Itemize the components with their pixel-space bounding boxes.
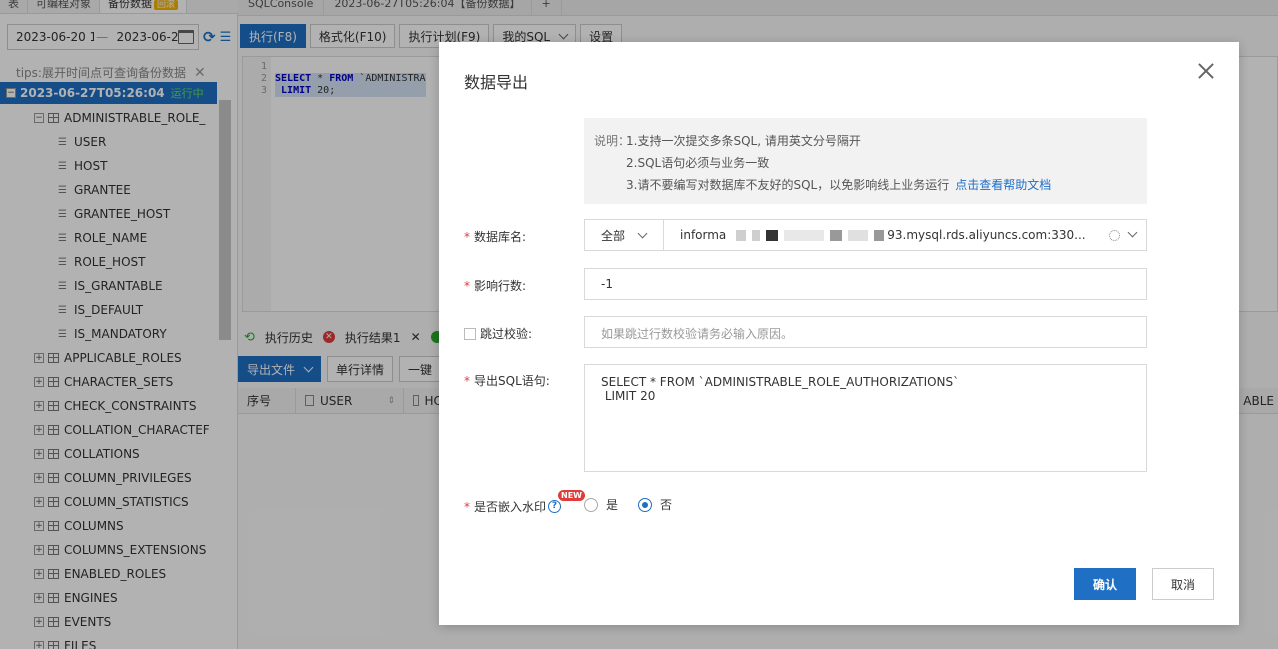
watermark-radio-group: 是 否 <box>584 496 692 513</box>
watermark-yes-radio[interactable] <box>584 497 598 512</box>
database-instance-select[interactable]: informa 93.mysql.rds.aliyuncs.com:330... <box>664 220 1146 250</box>
required-mark: * <box>464 499 470 514</box>
redacted-block <box>830 229 843 241</box>
skip-check-label: 跳过校验: <box>464 325 532 342</box>
skip-check-label-text: 跳过校验: <box>480 327 533 341</box>
data-export-dialog: 数据导出 说明： 1.支持一次提交多条SQL, 请用英文分号隔开 2.SQL语句必… <box>439 42 1239 625</box>
database-scope-value: 全部 <box>601 228 626 243</box>
chevron-down-icon <box>637 228 648 238</box>
watermark-yes-label[interactable]: 是 <box>606 496 618 513</box>
affected-rows-label-text: 影响行数: <box>474 279 527 293</box>
skip-check-checkbox[interactable] <box>464 327 476 340</box>
redacted-block <box>752 229 761 241</box>
redacted-block <box>784 229 825 241</box>
export-sql-row: * 导出SQL语句: SELECT * FROM `ADMINISTRABLE_R… <box>439 364 1239 472</box>
notice-indent <box>594 174 626 196</box>
export-sql-textarea[interactable]: SELECT * FROM `ADMINISTRABLE_ROLE_AUTHOR… <box>584 364 1147 472</box>
redacted-block <box>848 229 869 241</box>
database-label-text: 数据库名: <box>474 230 527 244</box>
help-doc-link[interactable]: 点击查看帮助文档 <box>955 174 1051 196</box>
watermark-row: * 是否嵌入水印? NEW 是 否 <box>439 490 1239 518</box>
required-mark: * <box>464 230 470 244</box>
redacted-block <box>736 229 747 241</box>
loading-icon <box>1109 230 1120 241</box>
skip-check-row: 跳过校验: 如果跳过行数校验请务必输入原因。 <box>439 316 1239 348</box>
notice-line-2: 2.SQL语句必须与业务一致 <box>626 156 770 170</box>
notice-label: 说明： <box>594 134 631 148</box>
database-scope-select[interactable]: 全部 <box>585 220 664 250</box>
watermark-label: * 是否嵌入水印? NEW <box>464 490 585 515</box>
close-icon[interactable] <box>1195 61 1217 83</box>
affected-rows-row: * 影响行数: -1 <box>439 268 1239 300</box>
database-value-prefix: informa <box>680 228 727 242</box>
cancel-button[interactable]: 取消 <box>1152 568 1214 600</box>
redacted-block <box>874 229 885 241</box>
required-mark: * <box>464 279 470 293</box>
redacted-block <box>766 229 779 241</box>
notice-box: 说明： 1.支持一次提交多条SQL, 请用英文分号隔开 2.SQL语句必须与业务一… <box>584 118 1147 204</box>
database-select: 全部 informa 93.mysql.rds.aliyuncs.com:330… <box>584 219 1147 251</box>
watermark-no-radio[interactable] <box>638 497 653 512</box>
database-row: * 数据库名: 全部 informa 93.mysql.rds.aliyuncs.… <box>439 219 1239 251</box>
help-icon[interactable]: ? <box>548 500 562 513</box>
new-badge: NEW <box>558 490 585 501</box>
chevron-down-icon <box>1127 227 1138 238</box>
affected-rows-label: * 影响行数: <box>464 277 526 294</box>
required-mark: * <box>464 374 470 388</box>
skip-reason-input[interactable]: 如果跳过行数校验请务必输入原因。 <box>584 316 1147 348</box>
notice-line-1: 1.支持一次提交多条SQL, 请用英文分号隔开 <box>626 134 861 148</box>
notice-line-3: 3.请不要编写对数据库不友好的SQL，以免影响线上业务运行 <box>626 178 950 192</box>
database-label: * 数据库名: <box>464 228 526 245</box>
affected-rows-input[interactable]: -1 <box>584 268 1147 300</box>
export-sql-label: * 导出SQL语句: <box>464 372 550 389</box>
notice-indent <box>594 152 626 174</box>
dialog-title: 数据导出 <box>464 73 529 92</box>
export-sql-label-text: 导出SQL语句: <box>474 374 550 388</box>
watermark-label-text: 是否嵌入水印 <box>474 500 547 514</box>
database-value-suffix: 93.mysql.rds.aliyuncs.com:330... <box>887 228 1086 242</box>
confirm-button[interactable]: 确认 <box>1074 568 1136 600</box>
watermark-no-label[interactable]: 否 <box>660 496 672 513</box>
